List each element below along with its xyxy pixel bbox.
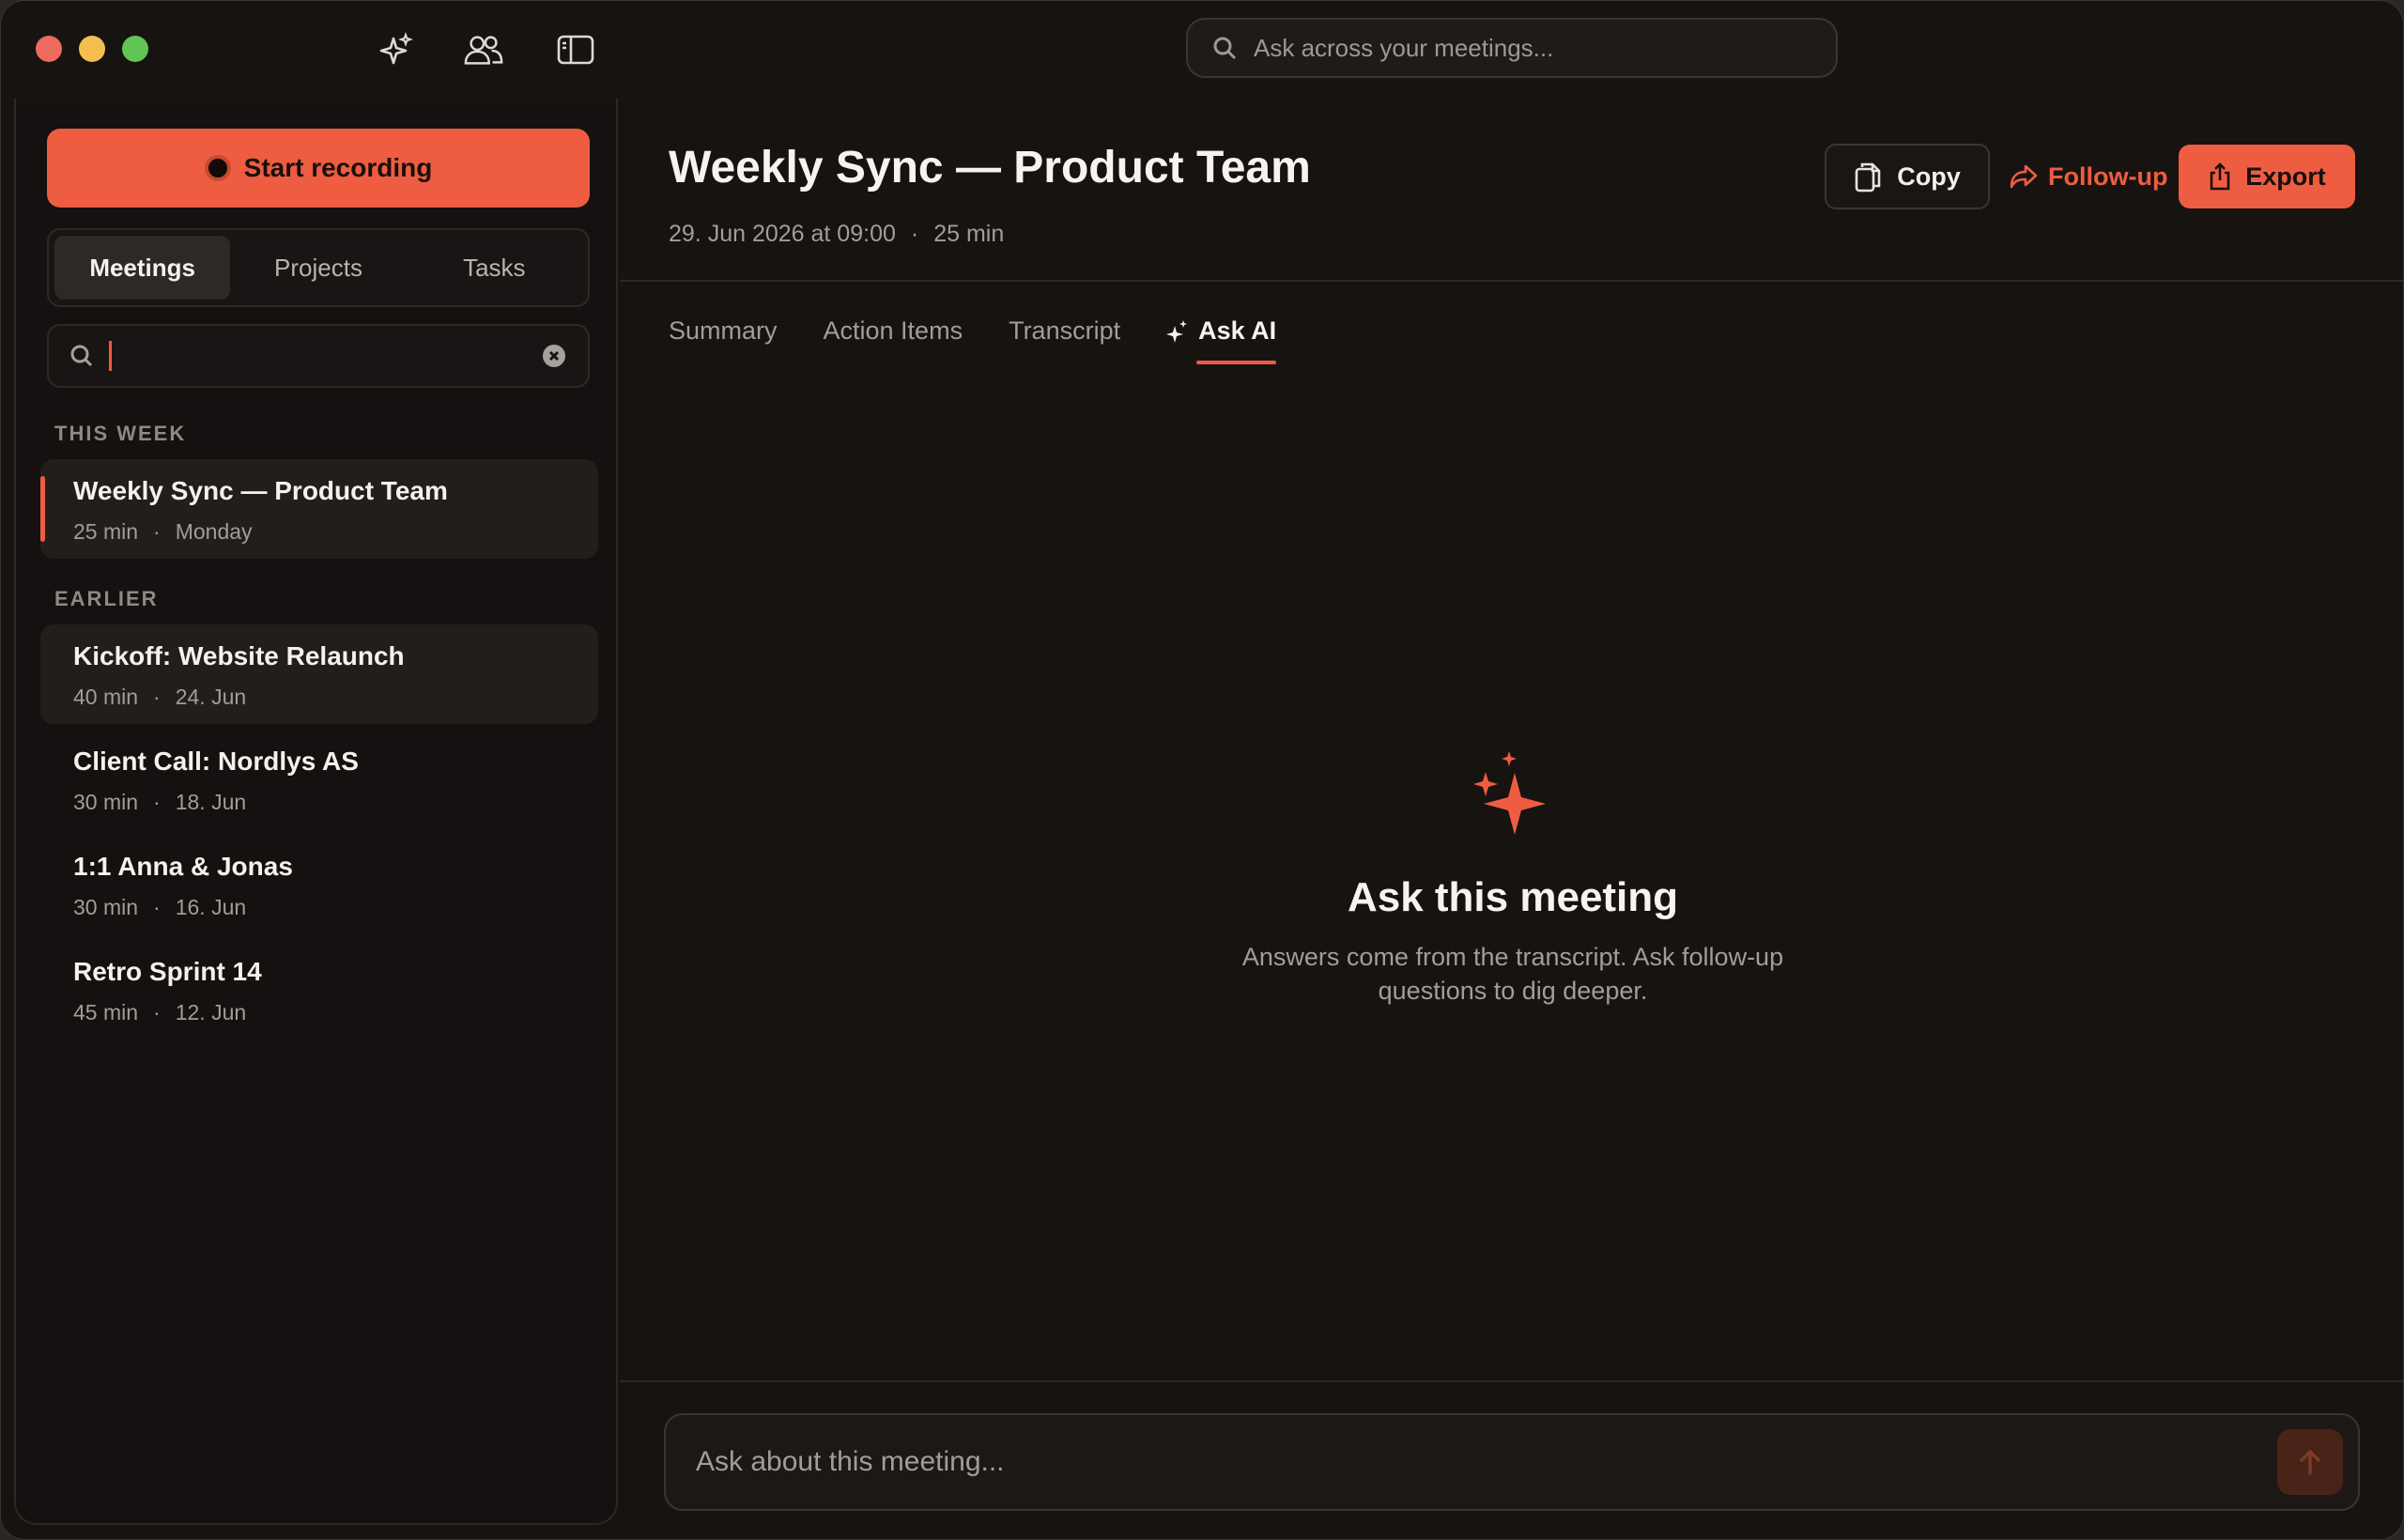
- tab-ask-ai-label: Ask AI: [1198, 316, 1277, 345]
- zoom-window-button[interactable]: [122, 36, 148, 62]
- meeting-duration: 30 min: [73, 895, 139, 919]
- arrow-up-icon: [2299, 1449, 2321, 1474]
- tab-transcript[interactable]: Transcript: [1009, 316, 1120, 346]
- start-recording-label: Start recording: [243, 153, 433, 182]
- search-icon: [70, 345, 93, 367]
- meeting-title: Kickoff: Website Relaunch: [73, 641, 405, 670]
- send-button[interactable]: [2277, 1429, 2343, 1495]
- meeting-title: Weekly Sync — Product Team: [73, 476, 448, 505]
- meeting-title: Client Call: Nordlys AS: [73, 747, 359, 776]
- meeting-meta: 30 min · 16. Jun: [73, 895, 247, 919]
- empty-state-title: Ask this meeting: [1347, 874, 1679, 920]
- meeting-date: 16. Jun: [175, 895, 247, 919]
- follow-up-button[interactable]: Follow-up: [2009, 144, 2167, 209]
- follow-up-label: Follow-up: [2048, 162, 2168, 191]
- close-icon: [548, 350, 560, 362]
- view-segmented-control: Meetings Projects Tasks: [47, 228, 590, 307]
- sidebar-search: [47, 324, 590, 388]
- meeting-duration: 40 min: [73, 685, 139, 709]
- share-arrow-icon: [2010, 164, 2038, 189]
- sidebar-toggle-icon[interactable]: [555, 29, 596, 70]
- record-icon: [204, 155, 231, 181]
- header-divider: [620, 280, 2403, 282]
- tab-ask-ai[interactable]: Ask AI: [1166, 316, 1277, 364]
- meeting-datetime: 29. Jun 2026 at 09:00: [669, 221, 896, 247]
- sparkle-icon: [1473, 751, 1546, 835]
- search-icon: [1213, 37, 1237, 60]
- meeting-date: 24. Jun: [175, 685, 247, 709]
- sparkle-icon[interactable]: [376, 29, 417, 70]
- page-title: Weekly Sync — Product Team: [669, 143, 1311, 192]
- meeting-title: Retro Sprint 14: [73, 957, 262, 986]
- copy-label: Copy: [1897, 162, 1961, 191]
- meeting-item[interactable]: Weekly Sync — Product Team 25 min · Monday: [40, 459, 598, 559]
- start-recording-button[interactable]: Start recording: [47, 129, 590, 208]
- group-label-this-week: THIS WEEK: [54, 422, 187, 445]
- meeting-duration: 30 min: [73, 790, 139, 814]
- meeting-title: 1:1 Anna & Jonas: [73, 852, 293, 881]
- sidebar: Start recording Meetings Projects Tasks …: [14, 99, 618, 1525]
- sparkle-icon: [1166, 319, 1188, 343]
- meeting-date: Monday: [175, 519, 253, 544]
- meeting-duration: 25 min: [73, 519, 139, 544]
- segment-tasks[interactable]: Tasks: [407, 236, 582, 300]
- meeting-header-meta: 29. Jun 2026 at 09:00 · 25 min: [669, 221, 1005, 247]
- global-search-bar[interactable]: [1186, 18, 1838, 78]
- selected-indicator: [40, 476, 45, 542]
- people-icon[interactable]: [463, 29, 504, 70]
- upload-icon: [2210, 162, 2230, 191]
- meeting-meta: 45 min · 12. Jun: [73, 1000, 247, 1024]
- active-tab-indicator: [1196, 361, 1277, 364]
- export-label: Export: [2245, 162, 2326, 191]
- tab-action-items[interactable]: Action Items: [824, 316, 963, 346]
- meeting-duration: 45 min: [73, 1000, 139, 1024]
- meeting-item[interactable]: 1:1 Anna & Jonas 30 min · 16. Jun: [40, 835, 598, 934]
- meeting-item[interactable]: Kickoff: Website Relaunch 40 min · 24. Jun: [40, 624, 598, 724]
- meeting-meta: 30 min · 18. Jun: [73, 790, 247, 814]
- meeting-date: 18. Jun: [175, 790, 247, 814]
- minimize-window-button[interactable]: [79, 36, 105, 62]
- meeting-meta: 25 min · Monday: [73, 519, 253, 544]
- app-window: Start recording Meetings Projects Tasks …: [0, 0, 2404, 1540]
- meeting-date: 12. Jun: [175, 1000, 247, 1024]
- ask-composer: [664, 1413, 2360, 1511]
- segment-projects[interactable]: Projects: [230, 236, 406, 300]
- composer-divider: [620, 1380, 2403, 1382]
- segment-meetings[interactable]: Meetings: [54, 236, 231, 300]
- group-label-earlier: EARLIER: [54, 587, 159, 610]
- close-window-button[interactable]: [36, 36, 62, 62]
- tab-bar: Summary Action Items Transcript Ask AI: [669, 316, 1322, 364]
- copy-button[interactable]: Copy: [1825, 144, 1990, 209]
- sidebar-search-input[interactable]: [112, 342, 543, 370]
- meeting-item[interactable]: Client Call: Nordlys AS 30 min · 18. Jun: [40, 730, 598, 829]
- export-button[interactable]: Export: [2179, 145, 2355, 208]
- empty-state-description: Answers come from the transcript. Ask fo…: [1241, 943, 1784, 1005]
- global-search-input[interactable]: [1252, 32, 1781, 64]
- meeting-duration: 25 min: [933, 221, 1005, 247]
- copy-icon: [1855, 162, 1881, 192]
- ask-input[interactable]: [694, 1445, 2277, 1479]
- meeting-meta: 40 min · 24. Jun: [73, 685, 247, 709]
- clear-search-button[interactable]: [543, 345, 565, 367]
- tab-summary[interactable]: Summary: [669, 316, 778, 346]
- meeting-item[interactable]: Retro Sprint 14 45 min · 12. Jun: [40, 940, 598, 1040]
